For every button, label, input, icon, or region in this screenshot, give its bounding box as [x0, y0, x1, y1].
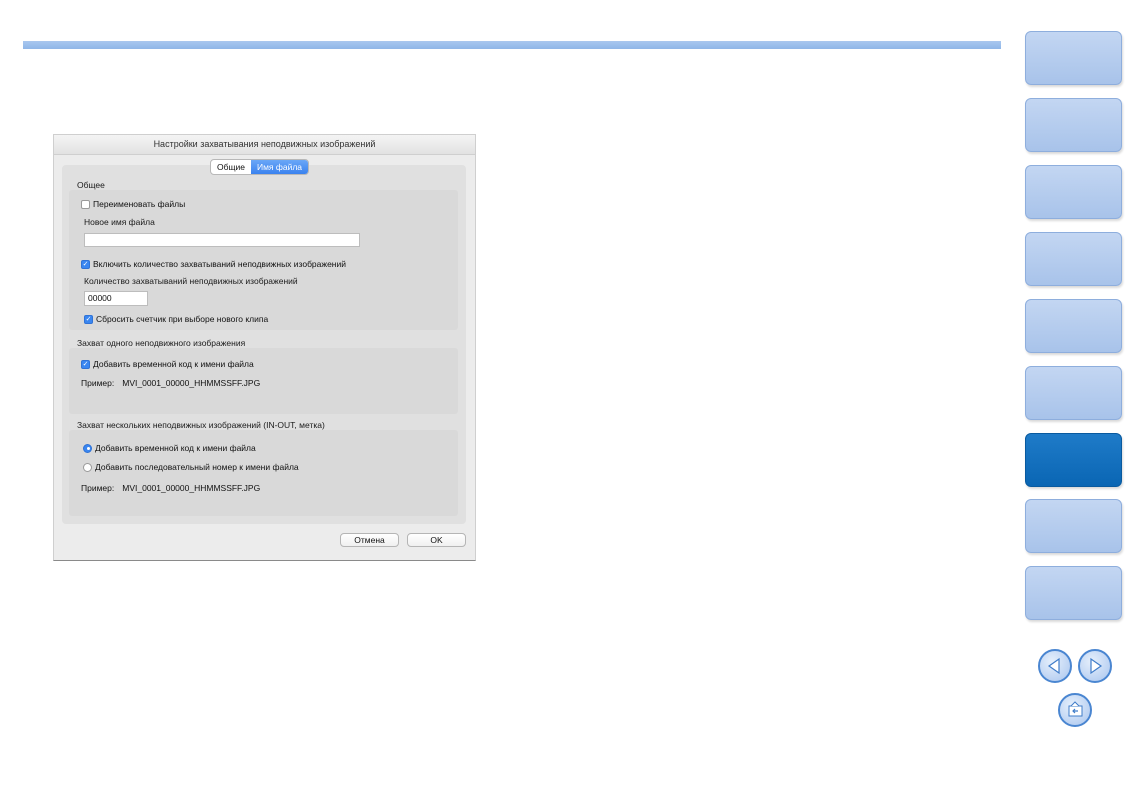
single-example: Пример: MVI_0001_00000_HHMMSSFF.JPG — [81, 378, 260, 388]
header-rule — [23, 41, 1001, 49]
rename-files-label: Переименовать файлы — [93, 199, 186, 209]
previous-page-button[interactable] — [1038, 649, 1072, 683]
rename-files-checkbox[interactable] — [81, 199, 90, 209]
single-example-value: MVI_0001_00000_HHMMSSFF.JPG — [122, 378, 261, 388]
side-tab-1[interactable] — [1025, 31, 1122, 85]
tab-general[interactable]: Общие — [211, 160, 251, 174]
count-field[interactable]: 00000 — [84, 291, 148, 306]
ok-button[interactable]: OK — [407, 533, 466, 547]
return-button[interactable] — [1058, 693, 1092, 727]
side-tab-5[interactable] — [1025, 299, 1122, 353]
multiple-sequence-row[interactable]: Добавить последовательный номер к имени … — [83, 462, 299, 472]
side-tab-6[interactable] — [1025, 366, 1122, 420]
side-tab-9[interactable] — [1025, 566, 1122, 620]
count-label: Количество захватываний неподвижных изоб… — [84, 276, 298, 286]
side-tab-7-active[interactable] — [1025, 433, 1122, 487]
cancel-button[interactable]: Отмена — [340, 533, 399, 547]
rename-files-row[interactable]: Переименовать файлы — [81, 199, 185, 209]
new-file-name-label: Новое имя файла — [84, 217, 155, 227]
next-page-icon — [1090, 657, 1103, 675]
single-timecode-checkbox[interactable]: ✓ — [81, 359, 90, 369]
include-count-checkbox[interactable]: ✓ — [81, 259, 90, 269]
multiple-example-label: Пример: — [81, 483, 115, 493]
multiple-example-value: MVI_0001_00000_HHMMSSFF.JPG — [122, 483, 261, 493]
include-count-row[interactable]: ✓ Включить количество захватываний непод… — [81, 259, 346, 269]
multiple-capture-heading: Захват нескольких неподвижных изображени… — [77, 420, 325, 430]
single-example-label: Пример: — [81, 378, 115, 388]
single-capture-heading: Захват одного неподвижного изображения — [77, 338, 246, 348]
multiple-sequence-radio[interactable] — [83, 462, 92, 472]
single-timecode-row[interactable]: ✓ Добавить временной код к имени файла — [81, 359, 254, 369]
general-heading: Общее — [77, 180, 105, 190]
capture-settings-dialog: Настройки захватывания неподвижных изобр… — [53, 134, 476, 561]
new-file-name-field[interactable] — [84, 233, 360, 247]
reset-counter-checkbox[interactable]: ✓ — [84, 314, 93, 324]
multiple-timecode-label: Добавить временной код к имени файла — [95, 443, 256, 453]
multiple-timecode-radio[interactable] — [83, 443, 92, 453]
include-count-label: Включить количество захватываний неподви… — [93, 259, 346, 269]
previous-page-icon — [1047, 657, 1060, 675]
tab-segmented-control: Общие Имя файла — [210, 159, 310, 175]
multiple-timecode-row[interactable]: Добавить временной код к имени файла — [83, 443, 256, 453]
dialog-title: Настройки захватывания неподвижных изобр… — [54, 135, 475, 155]
side-tab-2[interactable] — [1025, 98, 1122, 152]
reset-counter-row[interactable]: ✓ Сбросить счетчик при выборе нового кли… — [84, 314, 268, 324]
tab-file-name[interactable]: Имя файла — [250, 160, 309, 174]
next-page-button[interactable] — [1078, 649, 1112, 683]
side-tab-8[interactable] — [1025, 499, 1122, 553]
side-tab-3[interactable] — [1025, 165, 1122, 219]
return-icon — [1068, 701, 1083, 717]
multiple-sequence-label: Добавить последовательный номер к имени … — [95, 462, 299, 472]
side-tab-4[interactable] — [1025, 232, 1122, 286]
multiple-example: Пример: MVI_0001_00000_HHMMSSFF.JPG — [81, 483, 260, 493]
reset-counter-label: Сбросить счетчик при выборе нового клипа — [96, 314, 269, 324]
single-timecode-label: Добавить временной код к имени файла — [93, 359, 254, 369]
